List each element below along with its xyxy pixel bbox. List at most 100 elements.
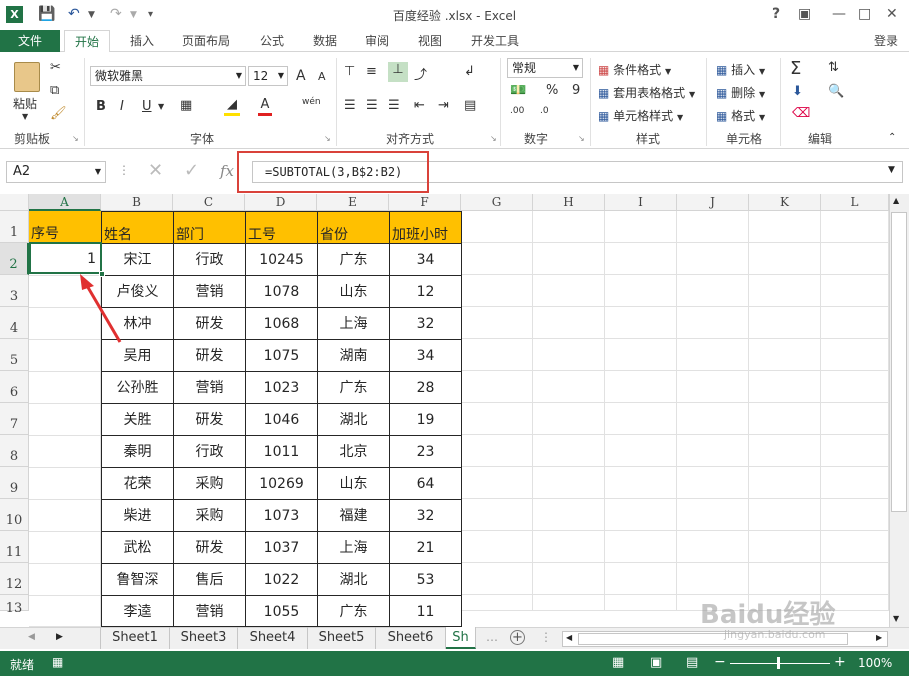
data-cell[interactable]: 64 [389, 467, 462, 500]
column-header-e[interactable]: E [317, 194, 389, 211]
grid-cell[interactable] [677, 531, 749, 563]
data-cell[interactable]: 21 [389, 531, 462, 564]
align-bottom-icon[interactable]: ⊥ [388, 62, 408, 82]
cancel-entry-icon[interactable]: ✕ [148, 160, 163, 181]
scroll-right-icon[interactable]: ▶ [876, 633, 882, 642]
prev-sheet-icon[interactable]: ◀ [28, 632, 35, 642]
grid-cell[interactable] [533, 563, 605, 595]
maximize-icon[interactable]: □ [858, 6, 871, 22]
serial-cell[interactable] [29, 595, 101, 627]
currency-icon[interactable]: 💵 [510, 83, 526, 98]
grid-cell[interactable] [821, 403, 889, 435]
data-cell[interactable]: 上海 [317, 307, 390, 340]
data-cell[interactable]: 行政 [173, 435, 246, 468]
next-sheet-icon[interactable]: ▶ [56, 632, 63, 642]
percent-button[interactable]: % [546, 83, 558, 98]
grid-cell[interactable] [821, 467, 889, 499]
grid-cell[interactable] [605, 435, 677, 467]
grid-cell[interactable] [533, 467, 605, 499]
row-header[interactable]: 6 [0, 371, 29, 403]
grid-cell[interactable] [605, 563, 677, 595]
italic-button[interactable]: I [120, 99, 124, 114]
serial-cell[interactable] [29, 499, 101, 532]
data-cell[interactable]: 1011 [245, 435, 318, 468]
row-header[interactable]: 2 [0, 243, 29, 275]
grid-cell[interactable] [677, 563, 749, 595]
format-painter-icon[interactable]: 🖌 [50, 106, 67, 121]
zoom-slider[interactable] [730, 663, 830, 664]
minimize-icon[interactable]: — [832, 6, 846, 22]
grid-cell[interactable] [461, 403, 533, 435]
header-cell[interactable]: 部门 [173, 211, 246, 244]
data-cell[interactable]: 53 [389, 563, 462, 596]
comma-style-button[interactable]: 9 [572, 83, 580, 98]
font-name-select[interactable]: 微软雅黑 ▼ [90, 66, 246, 86]
dialog-launcher-icon[interactable]: ↘ [324, 134, 331, 143]
data-cell[interactable]: 1022 [245, 563, 318, 596]
grid-cell[interactable] [533, 243, 605, 275]
grid-cell[interactable] [821, 499, 889, 531]
shrink-font-button[interactable]: A [318, 70, 326, 83]
data-cell[interactable]: 山东 [317, 275, 390, 308]
data-cell[interactable]: 公孙胜 [101, 371, 174, 404]
data-cell[interactable]: 10269 [245, 467, 318, 500]
grid-cell[interactable] [461, 563, 533, 595]
conditional-formatting-button[interactable]: ▦ 条件格式 ▼ [598, 61, 671, 78]
font-size-select[interactable]: 12 ▼ [248, 66, 288, 86]
zoom-level[interactable]: 100% [858, 656, 892, 670]
grid-cell[interactable] [533, 595, 605, 611]
tab-view[interactable]: 视图 [408, 30, 452, 53]
underline-button[interactable]: U [142, 99, 152, 114]
grid-cell[interactable] [605, 339, 677, 371]
grid-cell[interactable] [533, 435, 605, 467]
grid-cell[interactable] [533, 275, 605, 307]
tab-data[interactable]: 数据 [303, 30, 347, 53]
data-cell[interactable]: 11 [389, 595, 462, 627]
sheet-tab-active[interactable]: Sh [446, 627, 476, 649]
grid-cell[interactable] [821, 243, 889, 275]
data-cell[interactable]: 1075 [245, 339, 318, 372]
align-top-icon[interactable]: ⊤ [344, 64, 355, 79]
data-cell[interactable]: 武松 [101, 531, 174, 564]
dialog-launcher-icon[interactable]: ↘ [490, 134, 497, 143]
data-cell[interactable]: 1073 [245, 499, 318, 532]
grid-cell[interactable] [677, 211, 749, 243]
row-header[interactable]: 9 [0, 467, 29, 499]
column-header-h[interactable]: H [533, 194, 605, 211]
login-link[interactable]: 登录 [874, 30, 898, 53]
data-cell[interactable]: 关胜 [101, 403, 174, 436]
scroll-up-icon[interactable]: ▲ [893, 196, 899, 205]
data-cell[interactable]: 行政 [173, 243, 246, 276]
tab-home[interactable]: 开始 [64, 30, 111, 53]
data-cell[interactable]: 北京 [317, 435, 390, 468]
tab-review[interactable]: 审阅 [355, 30, 399, 53]
data-cell[interactable]: 秦明 [101, 435, 174, 468]
data-cell[interactable]: 广东 [317, 243, 390, 276]
row-header[interactable]: 3 [0, 275, 29, 307]
serial-cell[interactable] [29, 435, 101, 468]
grid-cell[interactable] [533, 531, 605, 563]
merge-center-icon[interactable]: ▤ [464, 98, 476, 113]
grid-cell[interactable] [677, 243, 749, 275]
grid-cell[interactable] [605, 499, 677, 531]
zoom-in-icon[interactable]: + [834, 654, 846, 670]
grid-cell[interactable] [821, 307, 889, 339]
data-cell[interactable]: 营销 [173, 275, 246, 308]
grid-cell[interactable] [749, 403, 821, 435]
data-cell[interactable]: 湖北 [317, 403, 390, 436]
grow-font-button[interactable]: A [296, 68, 306, 84]
sheet-tab[interactable]: Sheet4 [238, 627, 308, 649]
sort-filter-icon[interactable]: ⇅ [828, 60, 839, 75]
data-cell[interactable]: 1055 [245, 595, 318, 627]
header-cell[interactable]: 省份 [317, 211, 390, 244]
grid-cell[interactable] [461, 435, 533, 467]
borders-icon[interactable]: ▦ [180, 98, 192, 113]
scroll-down-icon[interactable]: ▼ [893, 614, 899, 623]
grid-cell[interactable] [605, 531, 677, 563]
grid-cell[interactable] [821, 371, 889, 403]
data-cell[interactable]: 32 [389, 307, 462, 340]
insert-cells-button[interactable]: ▦ 插入 ▼ [716, 61, 765, 78]
zoom-slider-thumb[interactable] [777, 657, 780, 669]
data-cell[interactable]: 柴进 [101, 499, 174, 532]
increase-decimal-button[interactable]: .00 [510, 106, 524, 116]
